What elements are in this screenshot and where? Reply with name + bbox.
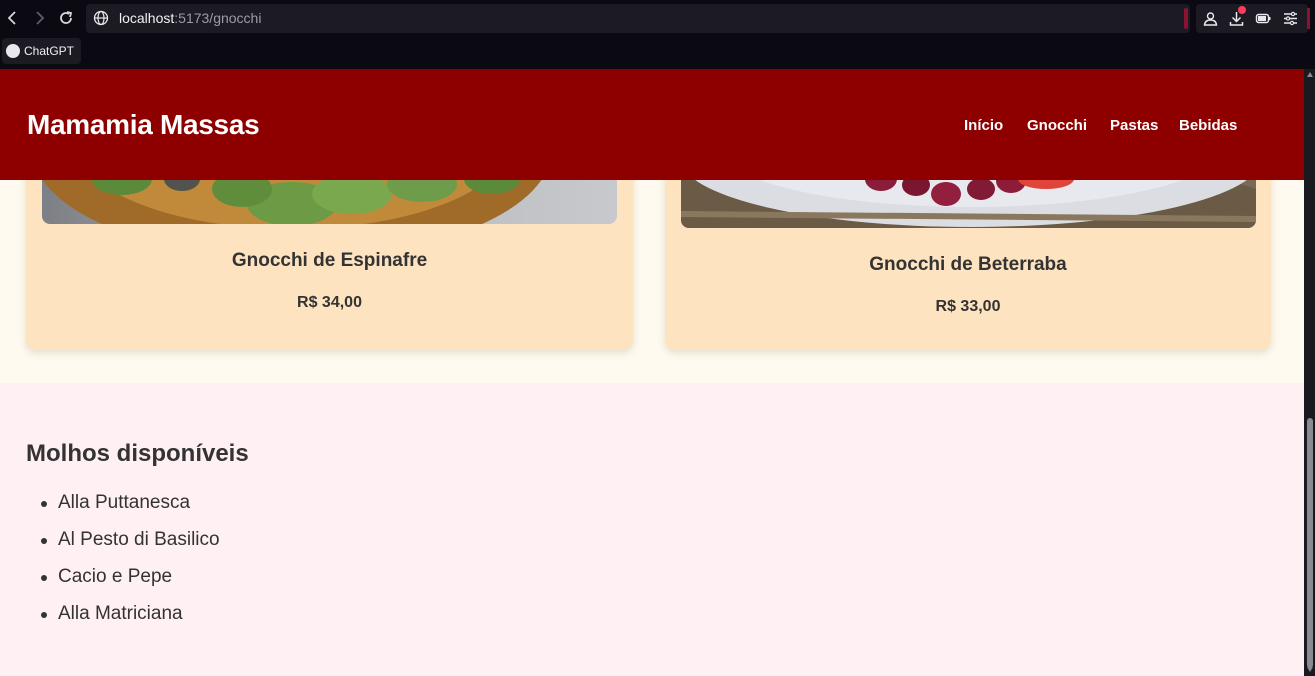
product-price: R$ 34,00	[297, 294, 362, 311]
battery-icon[interactable]	[1255, 10, 1272, 27]
url-accent	[1184, 8, 1188, 29]
back-icon[interactable]	[3, 8, 23, 28]
list-item: Cacio e Pepe	[41, 566, 220, 603]
nav-link-pastas[interactable]: Pastas	[1110, 117, 1158, 134]
product-name: Gnocchi de Espinafre	[231, 250, 428, 271]
forward-icon[interactable]	[29, 8, 49, 28]
url-path: :5173/gnocchi	[174, 10, 262, 26]
scroll-down-icon[interactable]	[1307, 667, 1313, 672]
menu-icon[interactable]	[1282, 10, 1299, 27]
url-host: localhost	[119, 10, 175, 26]
sauces-title: Molhos disponíveis	[26, 440, 249, 467]
nav-link-inicio[interactable]: Início	[964, 117, 1003, 134]
product-name: Gnocchi de Beterraba	[869, 254, 1067, 275]
nav-link-gnocchi[interactable]: Gnocchi	[1027, 117, 1087, 134]
list-item: Alla Matriciana	[41, 603, 220, 640]
brand-logo[interactable]: Mamamia Massas	[27, 109, 260, 141]
toolbar-right	[1196, 4, 1308, 33]
globe-icon	[93, 10, 109, 26]
scrollbar[interactable]	[1304, 69, 1315, 676]
reload-icon[interactable]	[56, 8, 76, 28]
nav-link-bebidas[interactable]: Bebidas	[1179, 117, 1237, 134]
page-viewport: Gnocchi de Espinafre R$ 34,00 Gnocchi de…	[0, 69, 1304, 676]
url-text: localhost:5173/gnocchi	[119, 10, 261, 26]
account-icon[interactable]	[1202, 10, 1219, 27]
chatgpt-icon	[6, 44, 20, 58]
bookmark-chatgpt[interactable]: ChatGPT	[2, 38, 82, 64]
product-price: R$ 33,00	[935, 298, 1001, 315]
download-badge	[1238, 6, 1246, 14]
sauces-section: Molhos disponíveis Alla Puttanesca Al Pe…	[0, 383, 1304, 676]
list-item: Alla Puttanesca	[41, 492, 220, 529]
sauce-list: Alla Puttanesca Al Pesto di Basilico Cac…	[41, 492, 220, 640]
list-item: Al Pesto di Basilico	[41, 529, 220, 566]
site-header: Mamamia Massas Início Gnocchi Pastas Beb…	[0, 69, 1304, 180]
browser-chrome: localhost:5173/gnocchi ChatGPT	[0, 0, 1315, 69]
bookmark-label: ChatGPT	[24, 44, 75, 58]
address-bar[interactable]: localhost:5173/gnocchi	[86, 4, 1190, 33]
scroll-thumb[interactable]	[1307, 418, 1313, 668]
scroll-up-icon[interactable]	[1307, 72, 1313, 77]
toolbar-accent	[1307, 8, 1310, 29]
